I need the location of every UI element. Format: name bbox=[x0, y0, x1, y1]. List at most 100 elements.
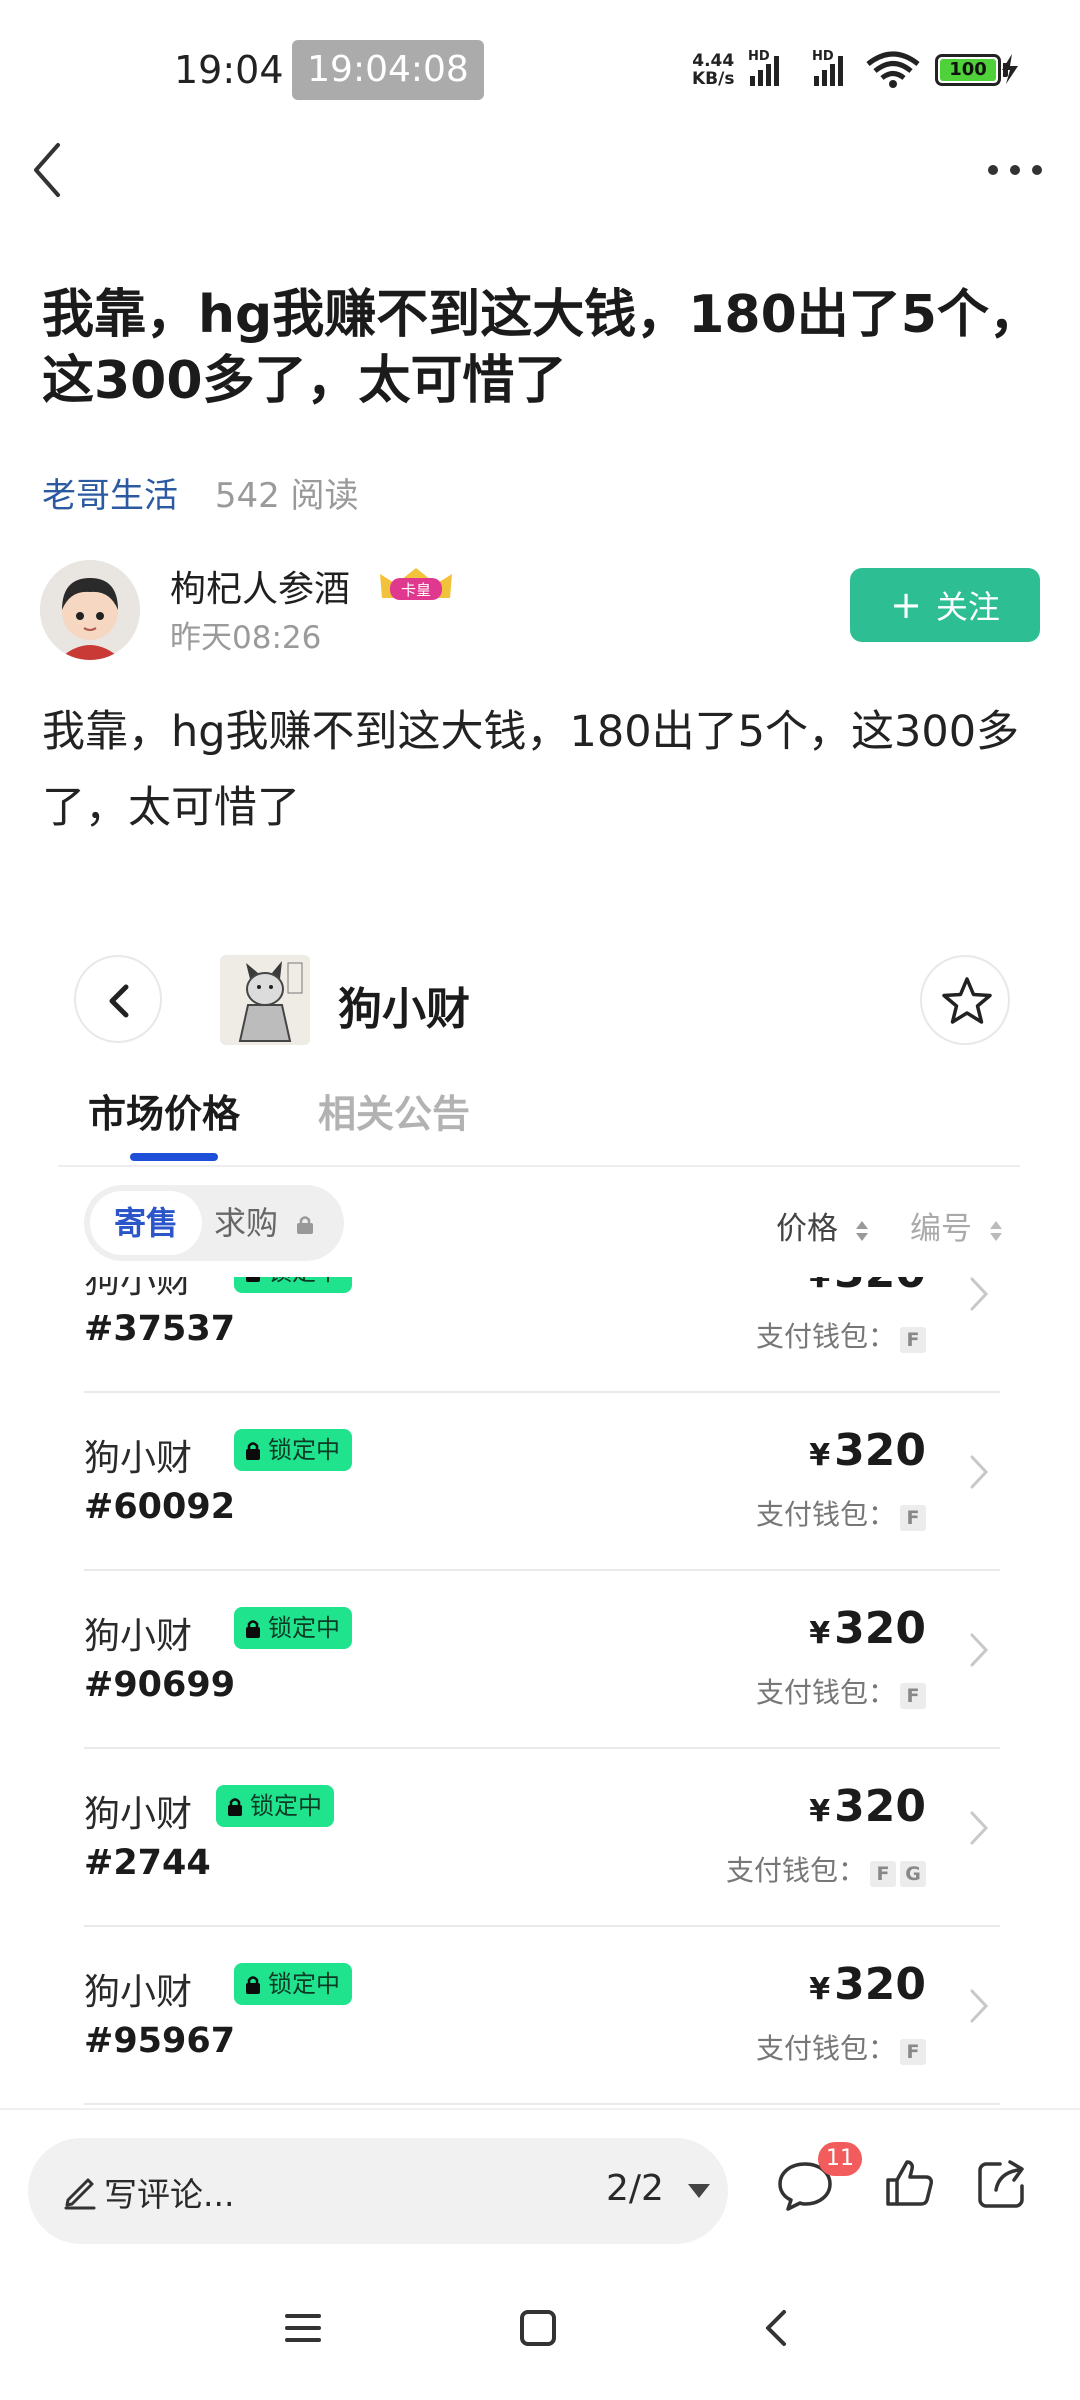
caret-down-icon[interactable] bbox=[686, 2182, 712, 2200]
listing-price: ¥320 bbox=[809, 1781, 926, 1832]
system-nav-bar bbox=[0, 2258, 1080, 2400]
locked-badge: 锁定中 bbox=[234, 1277, 352, 1293]
network-speed-value: 4.44 bbox=[692, 51, 735, 71]
favorite-button bbox=[920, 955, 1010, 1045]
listing-row: 狗小财 锁定中 #90699 ¥320 支付钱包： F bbox=[84, 1571, 1000, 1749]
comment-placeholder: 写评论... bbox=[104, 2175, 235, 2214]
listing-price: ¥320 bbox=[809, 1959, 926, 2010]
wallet-info: 支付钱包： F bbox=[756, 2027, 926, 2067]
embedded-title: 狗小财 bbox=[338, 984, 470, 1035]
listing-price: ¥320 bbox=[809, 1603, 926, 1654]
embedded-screenshot[interactable]: 狗小财 市场价格 相关公告 寄售 求购 价格 编号 狗小财 #37537 ¥ 支… bbox=[40, 925, 1040, 2105]
post-time: 昨天08:26 bbox=[170, 620, 322, 656]
follow-label: 关注 bbox=[935, 588, 1000, 626]
wallet-info: 支付钱包： F bbox=[756, 1671, 926, 1711]
author-avatar[interactable] bbox=[40, 560, 140, 660]
listing-id: #37537 bbox=[84, 1309, 236, 1349]
sort-by-number: 编号 bbox=[910, 1203, 1004, 1248]
listing-id: #60092 bbox=[84, 1487, 236, 1527]
wallet-info: 支付钱包： F G bbox=[726, 1849, 926, 1889]
listing-price: ¥320 bbox=[809, 1277, 926, 1298]
crown-badge-icon: 卡皇 bbox=[380, 568, 452, 600]
wallet-tag: F bbox=[900, 1327, 926, 1353]
listing-list: 狗小财 锁定中 #37537 ¥320 支付钱包：F 狗小财 锁定中 #6009… bbox=[40, 1277, 1040, 2105]
pen-icon bbox=[64, 2178, 96, 2210]
thumbs-up-icon[interactable] bbox=[882, 2156, 936, 2210]
signal-hd-label-1: HD bbox=[748, 49, 770, 64]
avatar-image bbox=[40, 560, 140, 660]
divider bbox=[58, 1165, 1020, 1167]
status-time: 19:04 bbox=[174, 48, 284, 92]
tab-market-price: 市场价格 bbox=[88, 1092, 241, 1136]
listing-row: 狗小财 锁定中 #95967 ¥320 支付钱包： F bbox=[84, 1927, 1000, 2105]
currency-symbol: ¥ bbox=[809, 1438, 831, 1473]
star-icon bbox=[942, 977, 992, 1024]
back-button[interactable] bbox=[20, 135, 80, 205]
dog-figure-image bbox=[220, 955, 310, 1045]
lock-icon bbox=[246, 1620, 260, 1638]
currency-symbol: ¥ bbox=[809, 1794, 831, 1829]
lock-icon bbox=[246, 1442, 260, 1460]
author-name[interactable]: 枸杞人参酒 bbox=[170, 560, 350, 612]
listing-row: 狗小财 锁定中 #37537 ¥320 支付钱包：F bbox=[84, 1277, 1000, 1393]
sort-arrows-icon bbox=[855, 1220, 868, 1241]
post-title: 我靠，hg我赚不到这大钱，180出了5个，这300多了，太可惜了 bbox=[42, 285, 1041, 411]
segment-consign: 寄售 bbox=[90, 1191, 202, 1255]
status-bar: 19:04 19:04:08 4.44 KB/s HD HD 100 bbox=[0, 0, 1080, 140]
author-badge-label: 卡皇 bbox=[401, 581, 431, 599]
chevron-left-icon bbox=[109, 984, 129, 1018]
battery-icon: 100 bbox=[935, 54, 1001, 86]
share-icon[interactable] bbox=[974, 2156, 1030, 2212]
comment-input[interactable]: 写评论... 2/2 bbox=[28, 2138, 728, 2244]
listing-id: #95967 bbox=[84, 2021, 236, 2061]
more-button[interactable] bbox=[980, 145, 1050, 195]
locked-badge: 锁定中 bbox=[234, 1429, 352, 1471]
wallet-info: 支付钱包： F bbox=[756, 1315, 926, 1355]
listing-name: 狗小财 bbox=[84, 1616, 193, 1657]
chevron-right-icon bbox=[970, 1811, 989, 1845]
sort-by-price: 价格 bbox=[776, 1203, 870, 1248]
segment-buy-label: 求购 bbox=[214, 1204, 279, 1242]
price-value: 320 bbox=[834, 1781, 926, 1832]
sort-arrows-icon bbox=[989, 1220, 1002, 1241]
listing-name: 狗小财 bbox=[84, 1972, 193, 2013]
listing-id: #2744 bbox=[84, 1843, 211, 1883]
listing-row: 狗小财 锁定中 #2744 ¥320 支付钱包： F G bbox=[84, 1749, 1000, 1927]
back-icon[interactable] bbox=[756, 2306, 796, 2350]
follow-button[interactable]: + 关注 bbox=[850, 568, 1040, 642]
listing-name: 狗小财 bbox=[84, 1277, 193, 1301]
page-indicator[interactable]: 2/2 bbox=[606, 2168, 664, 2209]
tab-announcements: 相关公告 bbox=[318, 1092, 471, 1136]
locked-label: 锁定中 bbox=[268, 1436, 340, 1464]
price-value: 320 bbox=[834, 1959, 926, 2010]
chevron-right-icon bbox=[970, 1633, 989, 1667]
topic-link[interactable]: 老哥生活 bbox=[42, 476, 178, 516]
wallet-tag: F bbox=[900, 1505, 926, 1531]
sort-price-label: 价格 bbox=[776, 1211, 838, 1247]
home-icon[interactable] bbox=[518, 2308, 558, 2348]
wallet-tag: F bbox=[870, 1861, 896, 1887]
chevron-right-icon bbox=[970, 1277, 989, 1311]
lock-icon bbox=[297, 1216, 314, 1234]
price-value: 320 bbox=[834, 1277, 926, 1298]
listing-id: #90699 bbox=[84, 1665, 236, 1705]
currency-symbol: ¥ bbox=[809, 1616, 831, 1651]
battery-cap bbox=[1003, 63, 1008, 77]
wallet-tag: F bbox=[900, 2039, 926, 2065]
listing-name: 狗小财 bbox=[84, 1794, 193, 1835]
segment-buy: 求购 bbox=[214, 1191, 316, 1255]
locked-label: 锁定中 bbox=[250, 1792, 322, 1820]
chevron-left-icon bbox=[34, 143, 60, 197]
listing-price: ¥320 bbox=[809, 1425, 926, 1476]
locked-label: 锁定中 bbox=[268, 1277, 340, 1286]
chevron-right-icon bbox=[970, 1989, 989, 2023]
menu-icon[interactable] bbox=[283, 2308, 323, 2348]
sort-number-label: 编号 bbox=[910, 1211, 972, 1247]
wallet-label: 支付钱包： bbox=[755, 1676, 896, 1709]
network-speed: 4.44 KB/s bbox=[692, 52, 734, 88]
currency-symbol: ¥ bbox=[809, 1972, 831, 2007]
active-tab-indicator bbox=[130, 1153, 218, 1161]
wallet-label: 支付钱包： bbox=[755, 1320, 896, 1353]
currency-symbol: ¥ bbox=[809, 1277, 831, 1295]
locked-label: 锁定中 bbox=[268, 1614, 340, 1642]
